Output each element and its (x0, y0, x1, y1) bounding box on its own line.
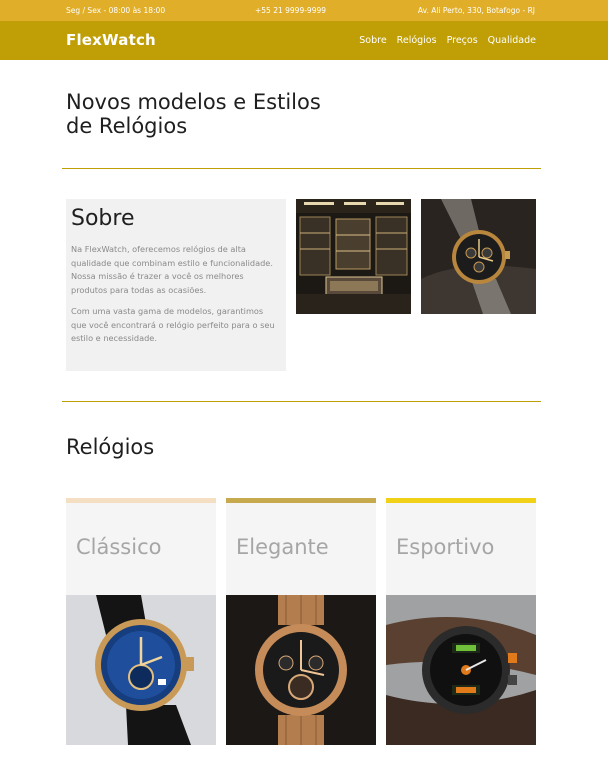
navbar: FlexWatch Sobre Relógios Preços Qualidad… (0, 21, 608, 60)
elegant-watch-image (226, 595, 376, 745)
classic-watch-image (66, 595, 216, 745)
top-info-bar: Seg / Sex - 08:00 às 18:00 +55 21 9999-9… (0, 0, 608, 21)
main-nav: Sobre Relógios Preços Qualidade (359, 35, 536, 46)
about-title: Sobre (71, 206, 135, 231)
phone-number[interactable]: +55 21 9999-9999 (255, 6, 326, 15)
address: Av. Ali Perto, 330, Botafogo - RJ (417, 6, 535, 15)
card-accent-bar (386, 498, 536, 503)
card-label: Elegante (236, 535, 329, 559)
about-box: Sobre Na FlexWatch, oferecemos relógios … (66, 199, 286, 371)
section-divider (62, 168, 541, 169)
nav-link-sobre[interactable]: Sobre (359, 35, 386, 46)
sport-watch-image (386, 595, 536, 745)
card-label: Clássico (76, 535, 162, 559)
nav-link-precos[interactable]: Preços (447, 35, 478, 46)
store-interior-image (296, 199, 411, 314)
section-divider (62, 401, 541, 402)
about-paragraph-1: Na FlexWatch, oferecemos relógios de alt… (71, 244, 273, 295)
watches-section-title: Relógios (66, 435, 155, 459)
opening-hours: Seg / Sex - 08:00 às 18:00 (66, 6, 166, 15)
nav-link-qualidade[interactable]: Qualidade (488, 35, 536, 46)
watch-card-elegante[interactable]: Elegante (226, 498, 376, 745)
about-paragraph-2: Com uma vasta gama de modelos, garantimo… (71, 306, 275, 343)
card-label: Esportivo (396, 535, 495, 559)
brand-logo[interactable]: FlexWatch (66, 31, 156, 49)
hero-title: Novos modelos e Estilos de Relógios (66, 90, 321, 138)
nav-link-relogios[interactable]: Relógios (397, 35, 437, 46)
watch-card-esportivo[interactable]: Esportivo (386, 498, 536, 745)
card-accent-bar (226, 498, 376, 503)
watch-on-wrist-image (421, 199, 536, 314)
watch-card-classico[interactable]: Clássico (66, 498, 216, 745)
card-accent-bar (66, 498, 216, 503)
